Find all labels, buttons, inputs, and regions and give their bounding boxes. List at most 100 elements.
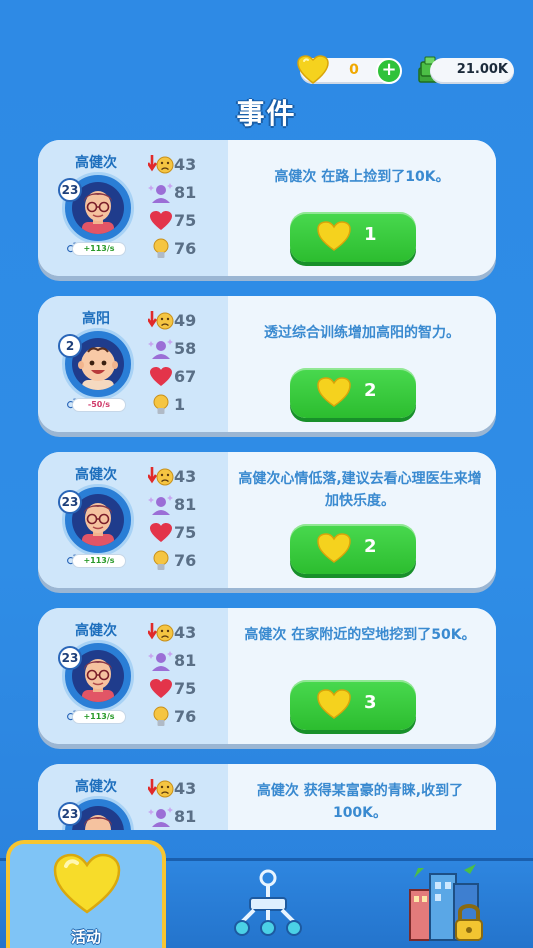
idea-value: 1 <box>174 395 186 414</box>
lightbulb-icon <box>153 550 169 570</box>
sparkle-person-icon <box>148 495 173 515</box>
stat-idea: 76 <box>148 236 228 262</box>
gold-heart-icon <box>53 853 121 914</box>
stat-skill: 81 <box>148 648 228 674</box>
cash-count: 21.00K <box>456 62 508 77</box>
event-description: 透过综合训练增加高阳的智力。 <box>264 325 460 341</box>
mood-value: 43 <box>174 155 197 174</box>
lightbulb-icon <box>153 706 169 726</box>
level-badge: 23 <box>58 490 82 514</box>
sad-face-down-arrow-icon <box>148 623 174 642</box>
skill-value: 81 <box>174 495 197 514</box>
sad-face-down-arrow-icon <box>148 311 174 330</box>
event-list[interactable]: 高健次 23 ♂ +113/s <box>38 140 496 830</box>
stat-mood: 49 <box>148 308 228 334</box>
event-card: 高健次 23 ♂ +113/s <box>38 608 496 744</box>
sparkle-person-icon <box>148 807 173 827</box>
event-description: 高健次心情低落,建议去看心理医生来增加快乐度。 <box>238 471 482 509</box>
event-card: 高健次 23 ♂ +113/s <box>38 452 496 588</box>
health-value: 75 <box>174 523 197 542</box>
level-badge: 2 <box>58 334 82 358</box>
cost-value: 2 <box>364 380 377 401</box>
cost-value: 1 <box>364 224 377 245</box>
cost-value: 2 <box>364 536 377 557</box>
event-cost-button[interactable]: 1 <box>290 212 416 262</box>
event-description: 高健次 获得某富豪的青睐,收到了100K。 <box>256 783 464 821</box>
event-description: 高健次 在路上捡到了10K。 <box>274 169 450 185</box>
tab-events[interactable]: 活动 <box>6 840 166 948</box>
character-name: 高健次 <box>75 155 117 171</box>
stat-mood: 43 <box>148 620 228 646</box>
event-card: 高健次 23 ♂ +113/s <box>38 140 496 276</box>
red-heart-icon <box>150 367 172 386</box>
cost-value: 3 <box>364 692 377 713</box>
mood-value: 43 <box>174 779 197 798</box>
red-heart-icon <box>150 679 172 698</box>
income-rate: +113/s <box>72 554 126 568</box>
event-cost-button[interactable]: 2 <box>290 524 416 574</box>
health-value: 75 <box>174 679 197 698</box>
mood-value: 49 <box>174 311 197 330</box>
level-badge: 23 <box>58 646 82 670</box>
event-description: 高健次 在家附近的空地挖到了50K。 <box>244 627 476 643</box>
gold-heart-icon <box>317 533 351 563</box>
level-badge: 23 <box>58 802 82 826</box>
add-hearts-button[interactable]: + <box>376 58 402 84</box>
mood-value: 43 <box>174 467 197 486</box>
character-name: 高健次 <box>75 623 117 639</box>
sparkle-person-icon <box>148 339 173 359</box>
stat-mood: 43 <box>148 464 228 490</box>
cash-counter: 21.00K <box>430 58 514 84</box>
income-rate: -50/s <box>72 398 126 412</box>
skill-value: 81 <box>174 183 197 202</box>
stat-skill: 81 <box>148 492 228 518</box>
character-name: 高阳 <box>82 311 110 327</box>
character-name: 高健次 <box>75 779 117 795</box>
city-locked-icon[interactable] <box>404 860 490 946</box>
skill-value: 81 <box>174 651 197 670</box>
gold-heart-icon <box>317 377 351 407</box>
sparkle-person-icon <box>148 651 173 671</box>
event-cost-button[interactable]: 2 <box>290 368 416 418</box>
sad-face-down-arrow-icon <box>148 467 174 486</box>
stat-idea: 76 <box>148 548 228 574</box>
hearts-count: 0 <box>349 62 359 78</box>
stat-health: 75 <box>148 208 228 234</box>
health-value: 75 <box>174 211 197 230</box>
health-value: 67 <box>174 367 197 386</box>
event-cost-button[interactable]: 3 <box>290 680 416 730</box>
income-rate: +113/s <box>72 242 126 256</box>
idea-value: 76 <box>174 551 197 570</box>
character-name: 高健次 <box>75 467 117 483</box>
stat-health: 75 <box>148 676 228 702</box>
stat-idea: 1 <box>148 392 228 418</box>
gold-heart-icon <box>317 689 351 719</box>
stat-mood: 43 <box>148 776 228 802</box>
sad-face-down-arrow-icon <box>148 779 174 798</box>
lightbulb-icon <box>153 238 169 258</box>
gold-heart-icon <box>317 221 351 251</box>
stat-skill: 58 <box>148 336 228 362</box>
income-rate: +113/s <box>72 710 126 724</box>
lightbulb-icon <box>153 394 169 414</box>
page-title: 事件 <box>236 97 297 130</box>
idea-value: 76 <box>174 707 197 726</box>
red-heart-icon <box>150 211 172 230</box>
stat-skill: 81 <box>148 804 228 830</box>
event-card: 高阳 2 ♂ -50/s <box>38 296 496 432</box>
skill-value: 58 <box>174 339 197 358</box>
stat-health: 75 <box>148 520 228 546</box>
gold-heart-icon <box>297 55 329 84</box>
red-heart-icon <box>150 523 172 542</box>
skill-value: 81 <box>174 807 197 826</box>
stat-health: 67 <box>148 364 228 390</box>
stat-skill: 81 <box>148 180 228 206</box>
level-badge: 23 <box>58 178 82 202</box>
mood-value: 43 <box>174 623 197 642</box>
idea-value: 76 <box>174 239 197 258</box>
skill-tree-icon[interactable] <box>228 868 308 938</box>
stat-mood: 43 <box>148 152 228 178</box>
tab-events-label: 活动 <box>70 928 101 946</box>
sparkle-person-icon <box>148 183 173 203</box>
event-card: 高健次 23 43 81 高健次 获得某富豪的青睐,收到了100K。 <box>38 764 496 830</box>
